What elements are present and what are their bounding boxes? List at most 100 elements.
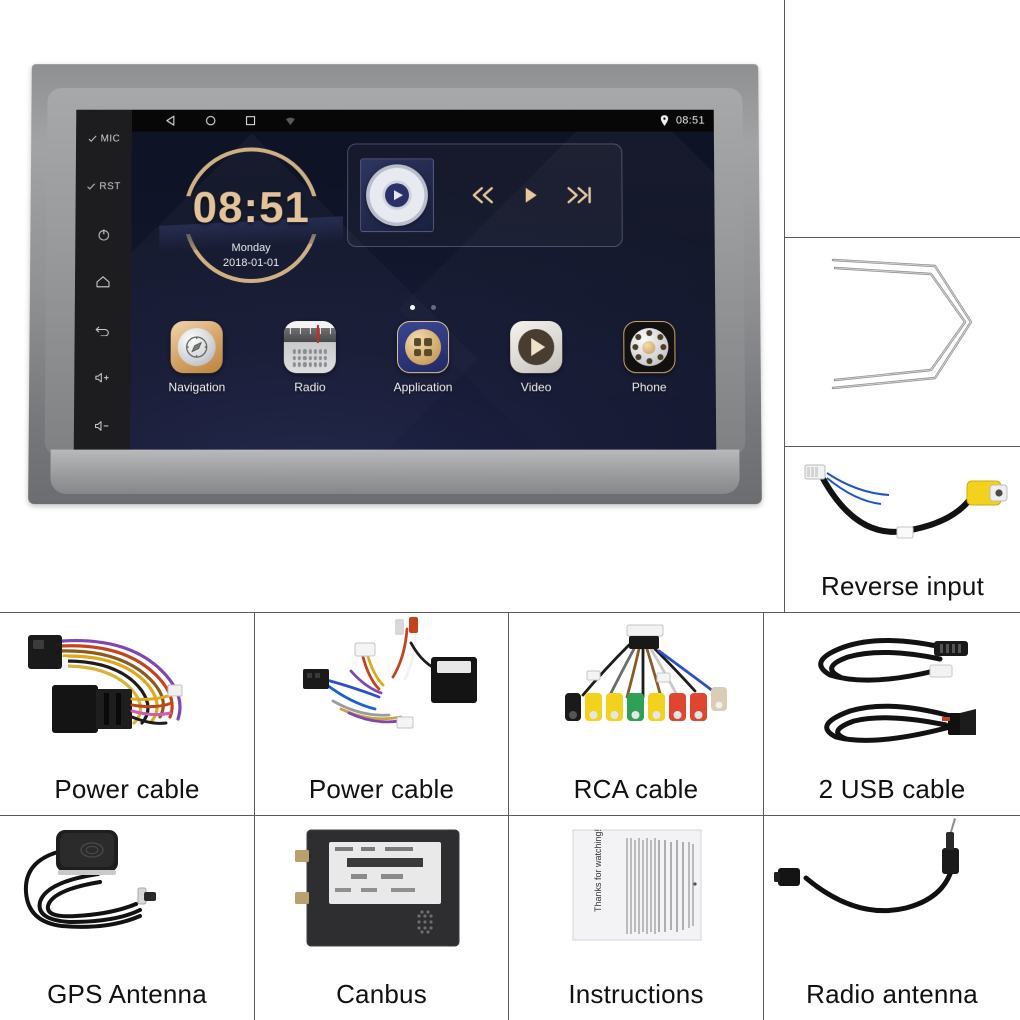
app-radio[interactable]: Radio	[267, 321, 353, 394]
clock-date: 2018-01-01	[222, 257, 280, 270]
rca-cable-label: RCA cable	[573, 774, 699, 804]
compass-icon	[170, 321, 224, 374]
home-icon	[96, 276, 110, 288]
radio-speaker-mesh	[292, 349, 328, 368]
reset-check-icon	[87, 183, 96, 191]
app-dock: Navigation Radio Application Video Phone	[140, 321, 705, 394]
volume-up-icon	[94, 372, 109, 382]
radio-needle	[317, 325, 319, 344]
reverse-input-cable-icon	[804, 464, 1008, 539]
removal-keys-cell	[784, 237, 1020, 447]
radio-antenna-cell: Radio antenna	[763, 815, 1020, 1020]
recents-square-icon[interactable]	[245, 115, 257, 127]
gps-antenna-cell: GPS Antenna	[0, 815, 255, 1020]
back-triangle-icon[interactable]	[165, 115, 177, 127]
page-dot[interactable]	[431, 305, 437, 311]
reverse-input-label: Reverse input	[820, 571, 985, 601]
side-button-mic-label: MIC	[100, 133, 121, 145]
app-application-label: Application	[393, 380, 453, 395]
radio-tuning-scale	[284, 328, 337, 343]
radio-antenna-icon	[774, 818, 959, 914]
power-cable-1-cell: Power cable	[0, 612, 255, 816]
app-navigation[interactable]: Navigation	[154, 321, 240, 394]
app-grid-icon	[396, 321, 450, 374]
rca-cable-image	[509, 613, 763, 774]
side-button-back[interactable]	[74, 306, 130, 354]
app-application[interactable]: Application	[380, 321, 466, 394]
media-controls	[434, 186, 622, 204]
android-status-bar: 08:51	[131, 109, 714, 132]
removal-keys-image	[785, 238, 1020, 446]
back-arrow-icon	[95, 326, 109, 337]
page-indicator-dots	[131, 305, 715, 311]
page-dot-active[interactable]	[410, 305, 416, 311]
status-bar-right-group: 08:51	[660, 115, 705, 127]
clock-time: 08:51	[192, 183, 310, 233]
video-play-icon	[509, 321, 563, 374]
power-cable-2-cell: Power cable	[254, 612, 509, 816]
side-button-mic[interactable]: MIC	[76, 116, 132, 163]
album-play-overlay-icon[interactable]	[385, 183, 409, 208]
reverse-input-image	[785, 447, 1020, 571]
clock-weekday: Monday	[231, 242, 271, 255]
side-button-power[interactable]	[75, 211, 131, 259]
usb-cable-image	[764, 613, 1020, 774]
side-button-home[interactable]	[75, 258, 131, 306]
phone-dial-icon	[622, 321, 676, 374]
power-cable-2-label: Power cable	[308, 774, 455, 804]
wifi-icon	[285, 117, 295, 125]
side-button-strip: MIC RST	[73, 109, 133, 450]
previous-track-icon[interactable]	[469, 186, 495, 204]
play-icon[interactable]	[523, 186, 539, 204]
status-bar-time: 08:51	[675, 114, 705, 127]
instructions-image: Thanks for watching!	[509, 816, 763, 979]
rca-cable-icon	[565, 624, 727, 721]
canbus-image	[255, 816, 508, 979]
reverse-input-cell: Reverse input	[784, 446, 1020, 613]
app-navigation-label: Navigation	[168, 380, 226, 395]
manual-sheet-icon: Thanks for watching!	[572, 829, 702, 941]
radio-antenna-label: Radio antenna	[806, 979, 978, 1009]
power-cable-2-image	[255, 613, 508, 774]
instructions-cell: Thanks for watching! Instructions	[508, 815, 764, 1020]
side-button-volume-up[interactable]	[74, 354, 130, 402]
canbus-cell: Canbus	[254, 815, 509, 1020]
power-harness-icon	[28, 635, 183, 733]
app-video-label: Video	[520, 380, 552, 395]
app-radio-label: Radio	[294, 380, 326, 395]
canbus-label: Canbus	[336, 979, 427, 1009]
head-unit-bottom-lip	[50, 449, 740, 494]
side-button-rst-label: RST	[99, 181, 121, 193]
app-video[interactable]: Video	[493, 321, 579, 394]
app-phone[interactable]: Phone	[606, 321, 693, 394]
head-unit-screen: 08:51 08:51 Monday 2018-01-01 Navigation…	[129, 109, 717, 450]
power-harness-iso-icon	[303, 617, 477, 729]
location-pin-icon	[660, 115, 669, 126]
product-sheet: MIC RST 08:51 08:51 Monday 2018-01-01 Na…	[0, 0, 1020, 1020]
radio-icon	[283, 321, 337, 374]
head-unit-bezel: MIC RST 08:51 08:51 Monday 2018-01-01 Na…	[28, 64, 762, 505]
usb-cable-cell: 2 USB cable	[763, 612, 1020, 816]
power-cable-1-image	[0, 613, 254, 774]
power-icon	[98, 229, 109, 241]
gps-antenna-icon	[23, 830, 156, 929]
home-circle-icon[interactable]	[205, 115, 217, 127]
album-art	[360, 158, 434, 233]
head-unit-cell: MIC RST 08:51 08:51 Monday 2018-01-01 Na…	[0, 0, 785, 613]
side-button-volume-down[interactable]	[74, 402, 131, 450]
instructions-sheet-text: Thanks for watching!	[593, 829, 603, 912]
power-cable-1-label: Power cable	[54, 774, 200, 804]
removal-keys-icon	[831, 258, 973, 390]
rca-cable-cell: RCA cable	[508, 612, 764, 816]
gps-antenna-image	[0, 816, 254, 979]
canbus-box-icon	[295, 829, 460, 947]
side-button-rst[interactable]: RST	[76, 163, 132, 210]
cd-disc-icon	[366, 164, 428, 227]
gps-antenna-label: GPS Antenna	[47, 979, 207, 1009]
music-player-widget[interactable]	[347, 143, 623, 248]
mic-check-icon	[88, 136, 97, 143]
next-track-icon[interactable]	[566, 186, 594, 204]
clock-widget[interactable]: 08:51 Monday 2018-01-01	[153, 140, 349, 291]
clock-subtext: Monday 2018-01-01	[153, 241, 349, 271]
volume-down-icon	[93, 419, 110, 432]
